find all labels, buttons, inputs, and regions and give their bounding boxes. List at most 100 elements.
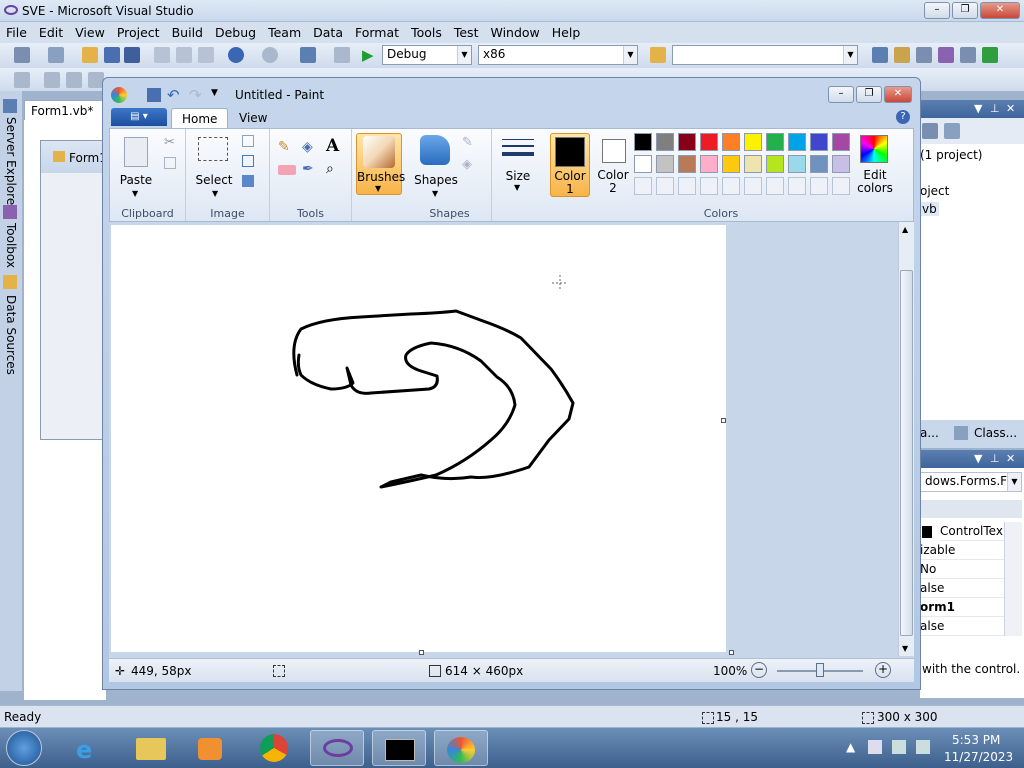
menu-edit[interactable]: Edit: [33, 22, 69, 40]
paste-icon[interactable]: [124, 137, 148, 167]
solution-configuration-combo[interactable]: Debug ▼: [382, 45, 472, 65]
taskbar-visual-studio[interactable]: [310, 730, 364, 766]
text-icon[interactable]: A: [326, 136, 339, 156]
properties-window-icon[interactable]: [894, 47, 910, 63]
menu-data[interactable]: Data: [307, 22, 349, 40]
property-value[interactable]: No: [920, 560, 1004, 579]
pin-icon[interactable]: ⊥: [990, 452, 1000, 465]
menu-view[interactable]: View: [69, 22, 111, 40]
color-picker-icon[interactable]: ✒: [302, 161, 314, 177]
menu-file[interactable]: File: [0, 22, 33, 40]
network-icon[interactable]: [892, 740, 906, 754]
vs-restore-button[interactable]: ❐: [952, 2, 978, 19]
cut-icon[interactable]: [154, 47, 170, 63]
palette-color-swatch[interactable]: [788, 133, 806, 151]
redo-icon[interactable]: [262, 47, 278, 63]
save-icon[interactable]: [104, 47, 120, 63]
form-designer-window[interactable]: Form1: [40, 140, 107, 440]
new-project-icon[interactable]: [14, 47, 30, 63]
toolbox-icon[interactable]: [938, 47, 954, 63]
color2-button[interactable]: Color 2: [594, 133, 632, 197]
taskbar-paint[interactable]: [434, 730, 488, 766]
scroll-down-icon[interactable]: ▼: [902, 644, 908, 653]
find-combo[interactable]: ▼: [672, 45, 858, 65]
palette-color-swatch[interactable]: [634, 155, 652, 173]
resize-icon[interactable]: [242, 155, 254, 167]
property-value[interactable]: ControlTex: [940, 522, 1004, 541]
menu-tools[interactable]: Tools: [405, 22, 448, 40]
start-page-icon[interactable]: [960, 47, 976, 63]
tab-home[interactable]: Home: [171, 108, 229, 128]
action-center-icon[interactable]: [868, 740, 882, 754]
palette-color-swatch[interactable]: [656, 155, 674, 173]
taskbar-chrome[interactable]: [248, 730, 302, 766]
solution-platform-combo[interactable]: x86 ▼: [478, 45, 638, 65]
brushes-button[interactable]: Brushes ▼: [356, 133, 405, 195]
eraser-icon[interactable]: [278, 165, 296, 175]
property-value[interactable]: izable: [920, 541, 1004, 560]
pencil-icon[interactable]: ✎: [278, 139, 290, 155]
palette-empty-swatch[interactable]: [722, 177, 740, 195]
paint-maximize-button[interactable]: ❐: [856, 86, 882, 103]
menu-project[interactable]: Project: [111, 22, 166, 40]
add-item-icon[interactable]: [48, 47, 64, 63]
select-icon[interactable]: [198, 137, 228, 161]
clock-date[interactable]: 11/27/2023: [944, 750, 1013, 764]
shapes-button[interactable]: Shapes: [414, 173, 458, 187]
palette-color-swatch[interactable]: [832, 155, 850, 173]
canvas-resize-handle-corner[interactable]: [729, 650, 734, 655]
find-in-files-icon[interactable]: [650, 47, 666, 63]
palette-color-swatch[interactable]: [744, 133, 762, 151]
tab-view[interactable]: View: [229, 108, 277, 128]
start-debugging-icon[interactable]: ▶: [362, 46, 374, 64]
save-all-icon[interactable]: [124, 47, 140, 63]
document-tab-form1[interactable]: Form1.vb*: [24, 100, 106, 120]
edit-colors-button[interactable]: Edit colors: [852, 133, 898, 197]
pin-icon[interactable]: ⊥: [990, 102, 1000, 115]
palette-color-swatch[interactable]: [722, 133, 740, 151]
palette-color-swatch[interactable]: [832, 133, 850, 151]
menu-team[interactable]: Team: [262, 22, 307, 40]
property-value[interactable]: alse: [920, 617, 1004, 636]
palette-empty-swatch[interactable]: [832, 177, 850, 195]
redo-icon[interactable]: ↷: [189, 86, 202, 104]
menu-format[interactable]: Format: [349, 22, 405, 40]
palette-color-swatch[interactable]: [700, 133, 718, 151]
copy-icon[interactable]: [176, 47, 192, 63]
paint-menu-button[interactable]: ▤ ▾: [111, 108, 167, 126]
properties-scrollbar[interactable]: [1004, 522, 1022, 636]
volume-icon[interactable]: [916, 740, 930, 754]
menu-window[interactable]: Window: [484, 22, 545, 40]
palette-color-swatch[interactable]: [788, 155, 806, 173]
palette-color-swatch[interactable]: [766, 133, 784, 151]
side-tab-toolbox[interactable]: Toolbox: [4, 223, 18, 268]
extension-manager-icon[interactable]: [982, 47, 998, 63]
paint-close-button[interactable]: ✕: [884, 86, 912, 103]
crop-icon[interactable]: [242, 135, 254, 147]
zoom-out-button[interactable]: −: [751, 662, 767, 678]
taskbar-command-prompt[interactable]: [372, 730, 426, 766]
undo-icon[interactable]: [228, 47, 244, 63]
size-button[interactable]: Size ▼: [496, 133, 540, 195]
outline-icon[interactable]: ✎: [462, 135, 473, 150]
menu-build[interactable]: Build: [166, 22, 209, 40]
canvas-resize-handle-bottom[interactable]: [419, 650, 424, 655]
solution-explorer-icon[interactable]: [872, 47, 888, 63]
side-tab-server-explorer[interactable]: Server Explorer: [4, 117, 18, 210]
view-class-diagram-icon[interactable]: [944, 123, 960, 139]
clock-time[interactable]: 5:53 PM: [952, 733, 1000, 747]
menu-help[interactable]: Help: [546, 22, 587, 40]
dropdown-icon[interactable]: ▼: [974, 102, 982, 115]
palette-empty-swatch[interactable]: [634, 177, 652, 195]
help-icon[interactable]: ?: [896, 110, 910, 124]
palette-empty-swatch[interactable]: [656, 177, 674, 195]
magnifier-icon[interactable]: ⌕: [326, 161, 334, 177]
paste-icon[interactable]: [198, 47, 214, 63]
palette-empty-swatch[interactable]: [744, 177, 762, 195]
shapes-icon[interactable]: [420, 135, 450, 165]
object-browser-icon[interactable]: [916, 47, 932, 63]
open-file-icon[interactable]: [82, 47, 98, 63]
vs-close-button[interactable]: ✕: [980, 2, 1020, 19]
fill-icon[interactable]: ◈: [302, 139, 313, 155]
navigate-forward-icon[interactable]: [334, 47, 350, 63]
